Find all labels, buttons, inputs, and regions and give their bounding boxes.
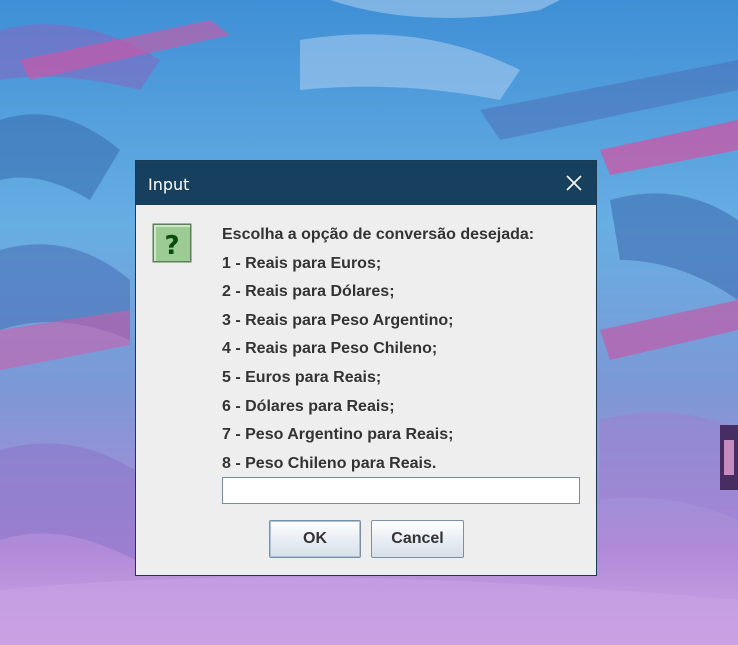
question-icon: ? (152, 223, 192, 263)
message-line: 3 - Reais para Peso Argentino; (222, 311, 454, 329)
ok-button[interactable]: OK (269, 520, 361, 558)
dialog-message: Escolha a opção de conversão desejada: 1… (222, 225, 534, 482)
dialog-titlebar[interactable]: Input (136, 161, 596, 205)
message-line: 5 - Euros para Reais; (222, 368, 382, 386)
message-line: Escolha a opção de conversão desejada: (222, 226, 535, 243)
cancel-button[interactable]: Cancel (371, 520, 464, 558)
dialog-title: Input (148, 175, 190, 194)
message-line: 6 - Dólares para Reais; (222, 397, 395, 415)
close-icon[interactable] (560, 169, 588, 197)
message-line: 2 - Reais para Dólares; (222, 283, 395, 301)
option-input[interactable] (222, 477, 580, 504)
message-line: 1 - Reais para Euros; (222, 254, 382, 272)
input-dialog: Input ? Escolha a opção de conversão des… (135, 160, 597, 576)
svg-text:?: ? (164, 231, 179, 261)
message-line: 7 - Peso Argentino para Reais; (222, 426, 454, 444)
message-line: 4 - Reais para Peso Chileno; (222, 340, 438, 358)
